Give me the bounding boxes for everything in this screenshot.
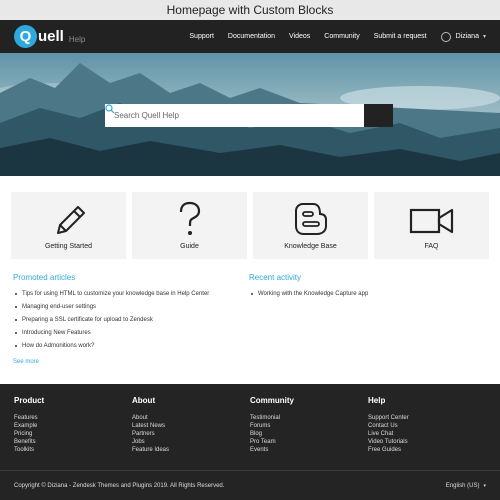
footer-link[interactable]: Support Center bbox=[368, 415, 486, 421]
footer-link[interactable]: Contact Us bbox=[368, 423, 486, 429]
list-item[interactable]: Working with the Knowledge Capture app bbox=[249, 291, 485, 297]
nav-documentation[interactable]: Documentation bbox=[228, 33, 275, 40]
bullet-icon bbox=[15, 345, 17, 347]
footer-col-about: About About Latest News Partners Jobs Fe… bbox=[132, 396, 250, 470]
user-menu[interactable]: Diziana ▾ bbox=[440, 31, 486, 42]
footer-col-title: Help bbox=[368, 396, 386, 405]
footer-col-help: Help Support Center Contact Us Live Chat… bbox=[368, 396, 486, 470]
site-header: Q uell Help Support Documentation Videos… bbox=[0, 20, 500, 53]
see-more-link[interactable]: See more bbox=[13, 359, 249, 365]
category-cards: Getting Started Guide Knowledge Base FAQ bbox=[0, 192, 500, 259]
footer-link[interactable]: Pro Team bbox=[250, 439, 368, 445]
activity-link[interactable]: Working with the Knowledge Capture app bbox=[258, 291, 368, 297]
footer-link[interactable]: Pricing bbox=[14, 431, 132, 437]
list-item[interactable]: Introducing New Features bbox=[13, 330, 249, 336]
question-mark-icon bbox=[179, 201, 200, 235]
list-item[interactable]: How do Admonitions work? bbox=[13, 343, 249, 349]
card-faq[interactable]: FAQ bbox=[374, 192, 489, 259]
promoted-articles: Promoted articles Tips for using HTML to… bbox=[13, 273, 249, 365]
copyright-text: Copyright © Diziana - Zendesk Themes and… bbox=[14, 482, 225, 489]
list-item[interactable]: Managing end-user settings bbox=[13, 304, 249, 310]
footer-link[interactable]: Live Chat bbox=[368, 431, 486, 437]
logo-help-label: Help bbox=[68, 35, 86, 44]
video-camera-icon bbox=[409, 208, 453, 234]
card-label: Getting Started bbox=[44, 243, 93, 250]
search-icon bbox=[105, 104, 115, 114]
nav-community[interactable]: Community bbox=[324, 33, 359, 40]
card-guide[interactable]: Guide bbox=[132, 192, 247, 259]
language-label: English (US) bbox=[445, 482, 480, 489]
footer-link[interactable]: About bbox=[132, 415, 250, 421]
footer-col-title: About bbox=[132, 396, 156, 405]
footer-link[interactable]: Benefits bbox=[14, 439, 132, 445]
recent-title: Recent activity bbox=[249, 273, 302, 282]
footer-bottom-bar: Copyright © Diziana - Zendesk Themes and… bbox=[0, 470, 500, 500]
bullet-icon bbox=[15, 319, 17, 321]
footer-col-title: Community bbox=[250, 396, 294, 405]
blogger-icon bbox=[294, 203, 327, 235]
footer-link[interactable]: Events bbox=[250, 447, 368, 453]
footer-link[interactable]: Free Guides bbox=[368, 447, 486, 453]
article-lists: Promoted articles Tips for using HTML to… bbox=[0, 273, 500, 365]
footer-link[interactable]: Blog bbox=[250, 431, 368, 437]
bullet-icon bbox=[15, 293, 17, 295]
article-link[interactable]: Managing end-user settings bbox=[22, 304, 96, 310]
recent-activity: Recent activity Working with the Knowled… bbox=[249, 273, 485, 365]
card-label: Guide bbox=[180, 243, 199, 250]
nav-videos[interactable]: Videos bbox=[289, 33, 310, 40]
footer-link[interactable]: Feature Ideas bbox=[132, 447, 250, 453]
search-bar bbox=[105, 104, 393, 127]
card-label: FAQ bbox=[424, 243, 439, 250]
article-link[interactable]: Preparing a SSL certificate for upload t… bbox=[22, 317, 153, 323]
footer-link[interactable]: Latest News bbox=[132, 423, 250, 429]
card-getting-started[interactable]: Getting Started bbox=[11, 192, 126, 259]
footer-col-title: Product bbox=[14, 396, 45, 405]
bullet-icon bbox=[15, 332, 17, 334]
footer-link[interactable]: Testimonial bbox=[250, 415, 368, 421]
site-footer: Product Features Example Pricing Benefit… bbox=[0, 384, 500, 470]
language-selector[interactable]: English (US) ▾ bbox=[446, 483, 486, 489]
logo-badge: Q bbox=[14, 25, 37, 48]
article-link[interactable]: How do Admonitions work? bbox=[22, 343, 94, 349]
search-button[interactable] bbox=[105, 104, 393, 127]
footer-link[interactable]: Features bbox=[14, 415, 132, 421]
quell-logo[interactable]: Q uell Help bbox=[14, 25, 85, 48]
footer-col-product: Product Features Example Pricing Benefit… bbox=[14, 396, 132, 470]
chevron-down-icon: ▾ bbox=[482, 34, 486, 40]
promoted-title: Promoted articles bbox=[13, 273, 76, 282]
page-caption: Homepage with Custom Blocks bbox=[0, 0, 500, 20]
user-name: Diziana bbox=[455, 33, 479, 40]
main-nav: Support Documentation Videos Community S… bbox=[175, 31, 486, 42]
article-link[interactable]: Introducing New Features bbox=[22, 330, 91, 336]
card-label: Knowledge Base bbox=[284, 243, 337, 250]
logo-wordmark: uell bbox=[38, 28, 64, 45]
list-item[interactable]: Tips for using HTML to customize your kn… bbox=[13, 291, 249, 297]
footer-link[interactable]: Example bbox=[14, 423, 132, 429]
chevron-down-icon: ▾ bbox=[483, 482, 486, 489]
pencil-icon bbox=[56, 206, 85, 234]
user-avatar-icon bbox=[440, 31, 451, 42]
footer-col-community: Community Testimonial Forums Blog Pro Te… bbox=[250, 396, 368, 470]
footer-link[interactable]: Jobs bbox=[132, 439, 250, 445]
search-input[interactable] bbox=[105, 104, 364, 127]
bullet-icon bbox=[15, 306, 17, 308]
nav-support[interactable]: Support bbox=[189, 33, 214, 40]
footer-link[interactable]: Toolkits bbox=[14, 447, 132, 453]
footer-link[interactable]: Video Tutorials bbox=[368, 439, 486, 445]
footer-link[interactable]: Partners bbox=[132, 431, 250, 437]
article-link[interactable]: Tips for using HTML to customize your kn… bbox=[22, 291, 209, 297]
footer-link[interactable]: Forums bbox=[250, 423, 368, 429]
hero-banner bbox=[0, 53, 500, 176]
bullet-icon bbox=[251, 293, 253, 295]
card-knowledge-base[interactable]: Knowledge Base bbox=[253, 192, 368, 259]
nav-submit-request[interactable]: Submit a request bbox=[374, 33, 427, 40]
list-item[interactable]: Preparing a SSL certificate for upload t… bbox=[13, 317, 249, 323]
